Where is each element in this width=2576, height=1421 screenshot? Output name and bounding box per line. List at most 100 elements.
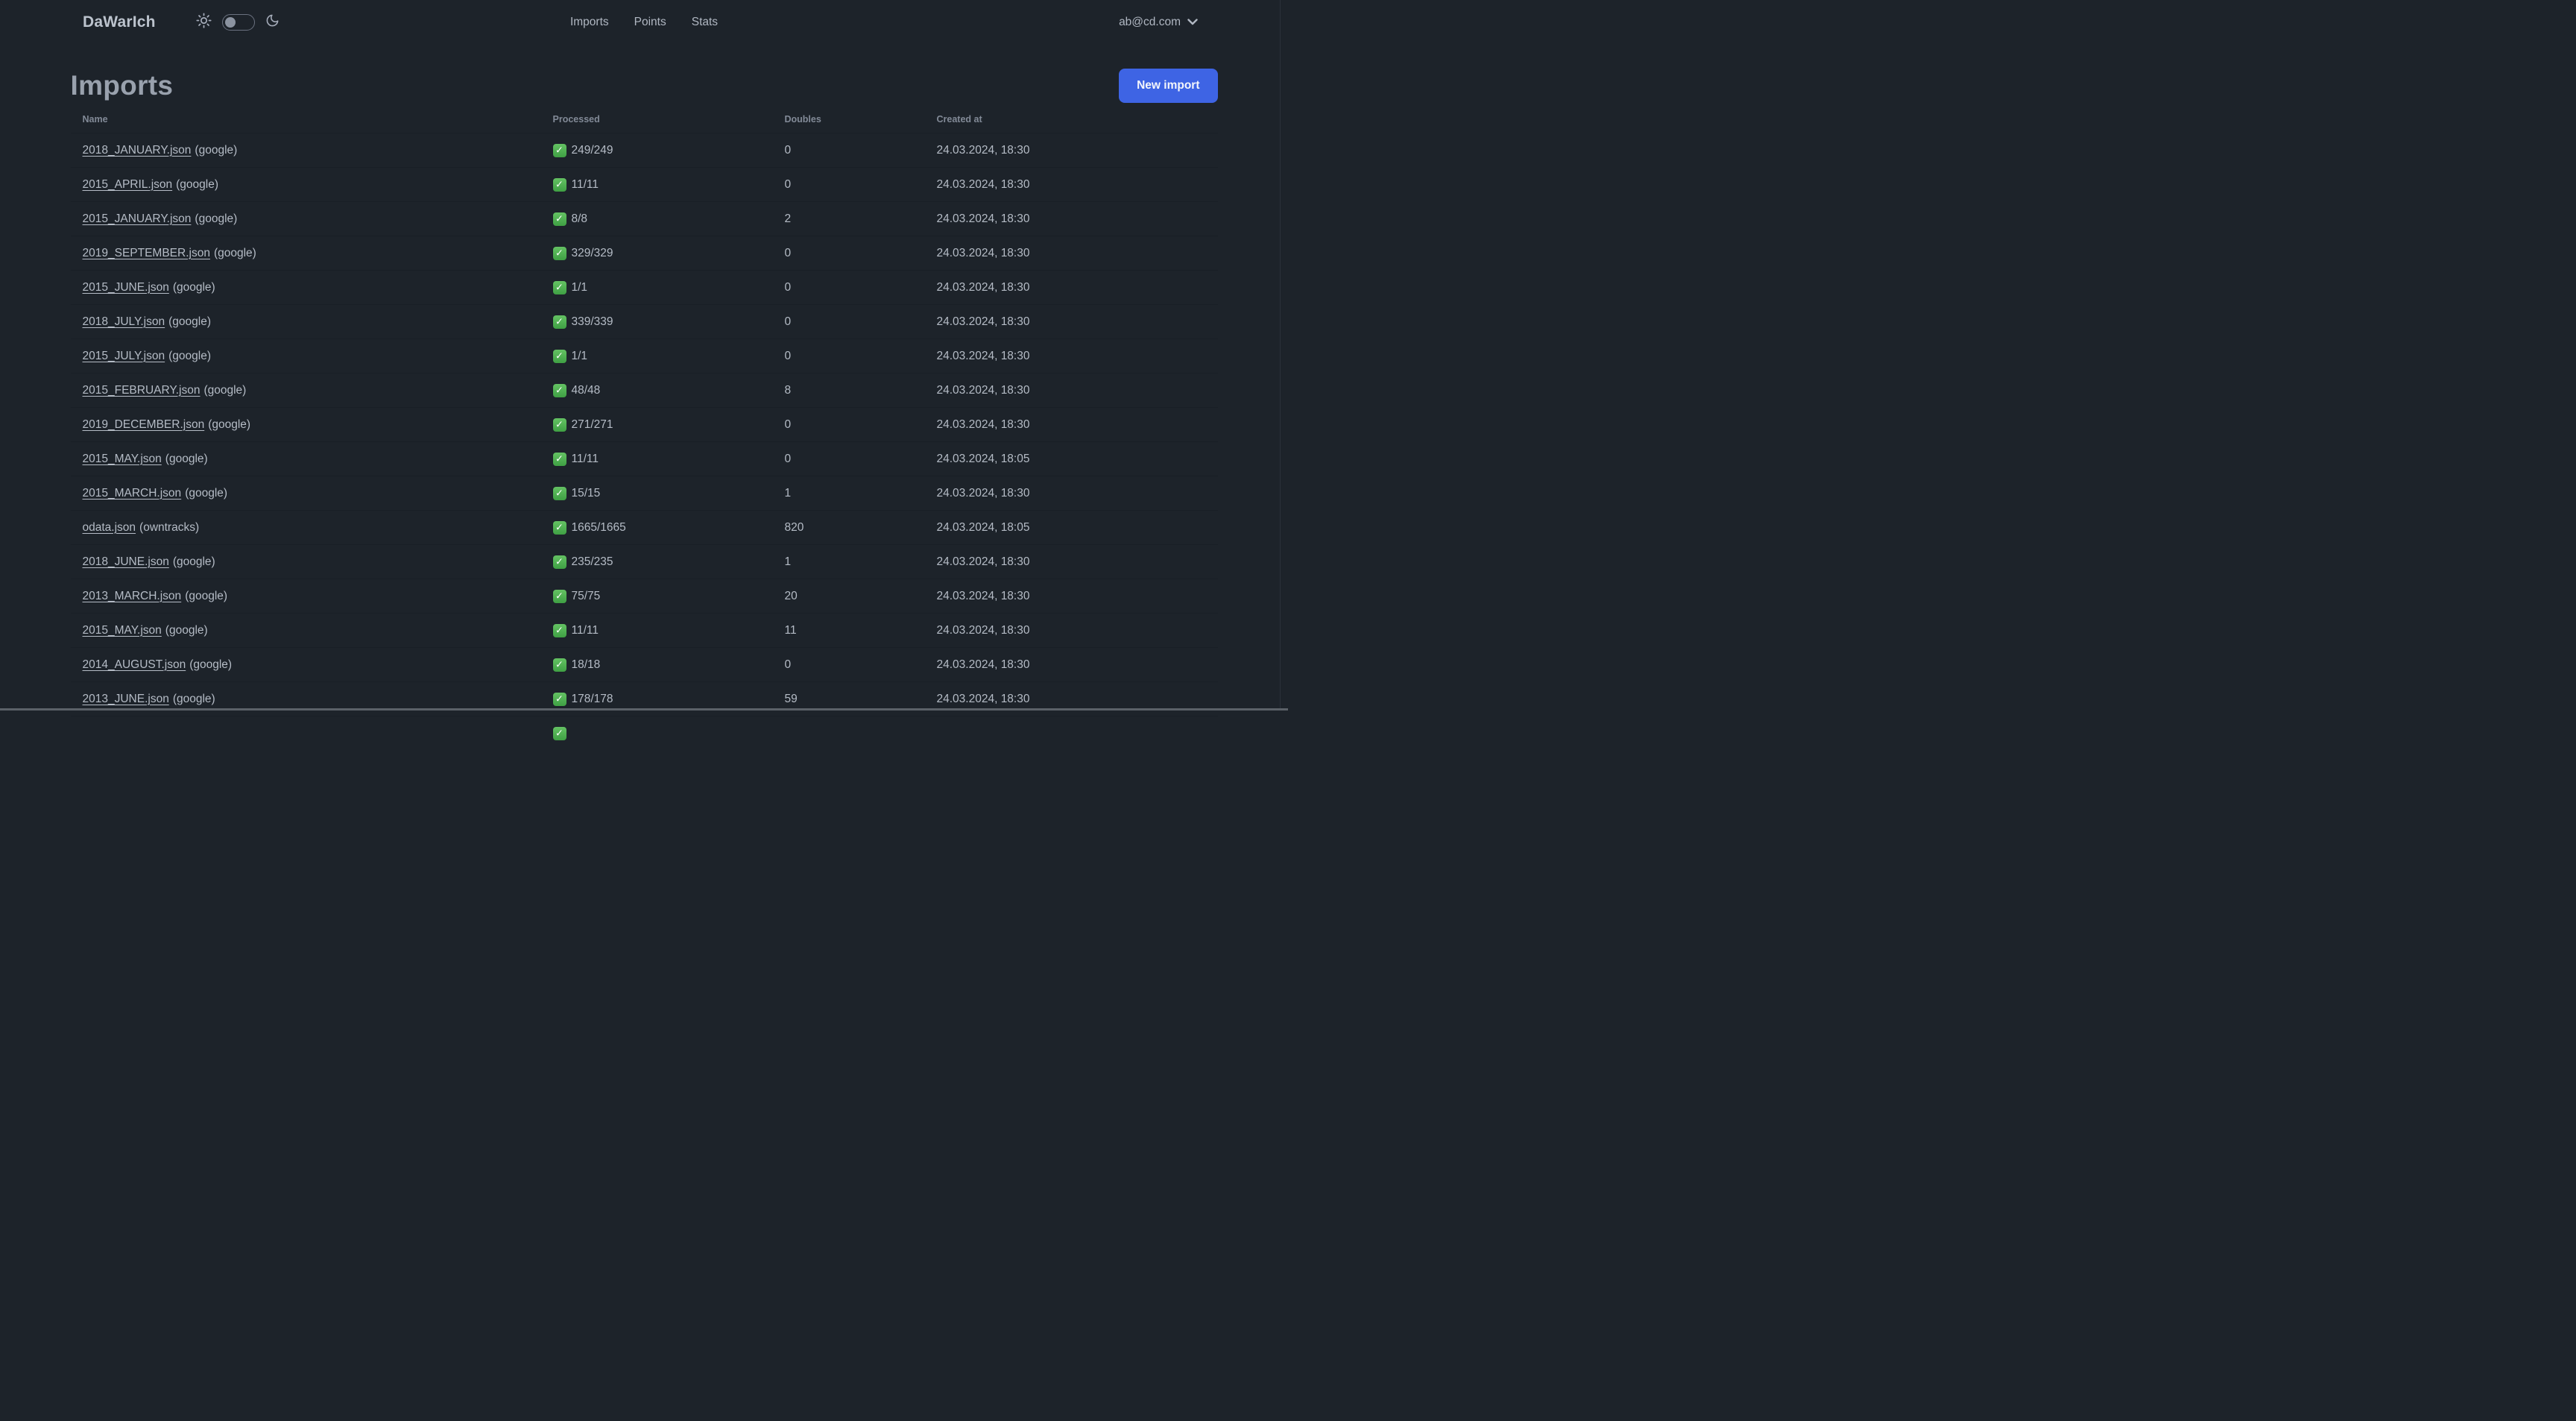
- import-file-link[interactable]: 2015_APRIL.json: [83, 178, 173, 191]
- created-at: 24.03.2024, 18:30: [936, 143, 1030, 157]
- success-check-icon: ✓: [552, 692, 566, 706]
- table-row: 2013_MARCH.json (google) ✓ 75/75 20 24.03.202…: [70, 579, 1218, 614]
- processed-count: 11/11: [571, 452, 599, 465]
- processed-count: 235/235: [571, 555, 613, 568]
- import-source-label: (google): [213, 246, 256, 259]
- success-check-icon: ✓: [552, 589, 566, 603]
- sun-icon: [196, 13, 212, 32]
- import-source-label: (google): [185, 486, 228, 500]
- import-file-link[interactable]: 2015_MAY.json: [83, 624, 162, 637]
- processed-count: 15/15: [571, 486, 601, 500]
- import-source-label: (google): [203, 383, 247, 397]
- table-row: 2015_MARCH.json (google) ✓ 15/15 1 24.03.2024…: [70, 476, 1218, 511]
- theme-toggle[interactable]: [221, 14, 255, 31]
- processed-count: 1/1: [571, 349, 588, 362]
- import-file-link[interactable]: 2014_AUGUST.json: [83, 658, 186, 671]
- import-source-label: (google): [165, 452, 208, 465]
- import-source-label: (owntracks): [139, 520, 200, 534]
- nav-link-stats[interactable]: Stats: [692, 16, 718, 29]
- table-row: 2018_JUNE.json (google) ✓ 235/235 1 24.03.202…: [70, 545, 1218, 579]
- processed-count: 249/249: [571, 143, 613, 157]
- created-at: 24.03.2024, 18:30: [936, 349, 1030, 362]
- created-at: 24.03.2024, 18:30: [936, 246, 1030, 259]
- success-check-icon: ✓: [552, 143, 566, 157]
- navbar: DaWarIch Imports Points Stats ab@cd.com: [0, 0, 1288, 45]
- doubles-count: 59: [784, 692, 798, 705]
- column-header-processed: Processed: [552, 114, 600, 125]
- success-check-icon: ✓: [552, 520, 566, 535]
- created-at: 24.03.2024, 18:30: [936, 692, 1030, 705]
- table-row: 2019_DECEMBER.json (google) ✓ 271/271 0 24.03…: [70, 408, 1218, 442]
- moon-icon: [265, 13, 280, 31]
- doubles-count: 820: [784, 520, 804, 534]
- nav-link-imports[interactable]: Imports: [570, 16, 609, 29]
- main-content: Imports New import Name Processed Double…: [70, 69, 1218, 750]
- table-row: 2015_MAY.json (google) ✓ 11/11 0 24.03.2024, …: [70, 442, 1218, 476]
- doubles-count: 0: [784, 452, 792, 465]
- success-check-icon: ✓: [552, 383, 566, 397]
- doubles-count: 0: [784, 418, 792, 431]
- success-check-icon: ✓: [552, 349, 566, 363]
- app-logo[interactable]: DaWarIch: [83, 13, 156, 31]
- column-header-created-at: Created at: [936, 114, 982, 125]
- processed-count: 1665/1665: [571, 520, 626, 534]
- chevron-down-icon: [1187, 16, 1198, 29]
- table-row: 2018_JANUARY.json (google) ✓ 249/249 0 24.03.…: [70, 133, 1218, 168]
- processed-count: 11/11: [571, 177, 599, 191]
- navbar-left: DaWarIch: [83, 13, 280, 32]
- import-file-link[interactable]: 2015_FEBRUARY.json: [83, 384, 201, 397]
- processed-count: 18/18: [571, 658, 601, 671]
- table-body: 2018_JANUARY.json (google) ✓ 249/249 0 24.03.…: [70, 133, 1218, 750]
- bottom-scrollbar[interactable]: [0, 708, 1288, 710]
- import-file-link[interactable]: 2015_JUNE.json: [83, 281, 169, 294]
- column-header-name: Name: [82, 114, 108, 125]
- processed-count: 271/271: [571, 418, 613, 431]
- nav-link-points[interactable]: Points: [634, 16, 666, 29]
- table-row: 2015_MAY.json (google) ✓ 11/11 11 24.03.2024,…: [70, 614, 1218, 648]
- created-at: 24.03.2024, 18:05: [936, 452, 1030, 465]
- import-file-link[interactable]: 2018_JANUARY.json: [83, 144, 192, 157]
- import-file-link[interactable]: 2015_JANUARY.json: [83, 212, 192, 225]
- success-check-icon: ✓: [552, 555, 566, 569]
- imports-table: Name Processed Doubles Created at 2018_J…: [70, 106, 1218, 750]
- import-file-link[interactable]: odata.json: [83, 521, 136, 534]
- doubles-count: 2: [784, 212, 792, 225]
- created-at: 24.03.2024, 18:30: [936, 315, 1030, 328]
- created-at: 24.03.2024, 18:30: [936, 383, 1030, 397]
- import-file-link[interactable]: 2019_DECEMBER.json: [83, 418, 205, 431]
- doubles-count: 0: [784, 658, 792, 671]
- import-file-link[interactable]: 2018_JUNE.json: [83, 555, 169, 568]
- import-file-link[interactable]: 2019_SEPTEMBER.json: [83, 247, 210, 259]
- new-import-button[interactable]: New import: [1119, 69, 1218, 103]
- user-menu[interactable]: ab@cd.com: [1119, 16, 1198, 29]
- import-file-link[interactable]: 2018_JULY.json: [83, 315, 165, 328]
- success-check-icon: ✓: [552, 212, 566, 226]
- import-file-link[interactable]: 2013_JUNE.json: [83, 693, 169, 705]
- doubles-count: 1: [784, 555, 792, 568]
- success-check-icon: ✓: [552, 280, 566, 294]
- created-at: 24.03.2024, 18:30: [936, 555, 1030, 568]
- table-row: odata.json (owntracks) ✓ 1665/1665 820 24.03.…: [70, 511, 1218, 545]
- import-file-link[interactable]: 2013_MARCH.json: [83, 590, 182, 602]
- doubles-count: 0: [784, 177, 792, 191]
- import-file-link[interactable]: 2015_JULY.json: [83, 350, 165, 362]
- created-at: 24.03.2024, 18:30: [936, 280, 1030, 294]
- doubles-count: 0: [784, 143, 792, 157]
- success-check-icon: ✓: [552, 452, 566, 466]
- user-email: ab@cd.com: [1119, 16, 1181, 28]
- import-file-link[interactable]: 2015_MARCH.json: [83, 487, 182, 500]
- import-source-label: (google): [189, 658, 233, 671]
- import-file-link[interactable]: 2015_MAY.json: [83, 453, 162, 465]
- processed-count: 329/329: [571, 246, 613, 259]
- processed-count: 178/178: [571, 692, 613, 705]
- created-at: 24.03.2024, 18:30: [936, 486, 1030, 500]
- import-source-label: (google): [168, 349, 211, 362]
- import-source-label: (google): [208, 418, 251, 431]
- table-row: 2015_JANUARY.json (google) ✓ 8/8 2 24.03.2024…: [70, 202, 1218, 236]
- doubles-count: 0: [784, 315, 792, 328]
- processed-count: 75/75: [571, 589, 601, 602]
- import-source-label: (google): [168, 315, 211, 328]
- import-source-label: (google): [176, 177, 219, 191]
- table-row: 2018_JULY.json (google) ✓ 339/339 0 24.03.202…: [70, 305, 1218, 339]
- created-at: 24.03.2024, 18:30: [936, 418, 1030, 431]
